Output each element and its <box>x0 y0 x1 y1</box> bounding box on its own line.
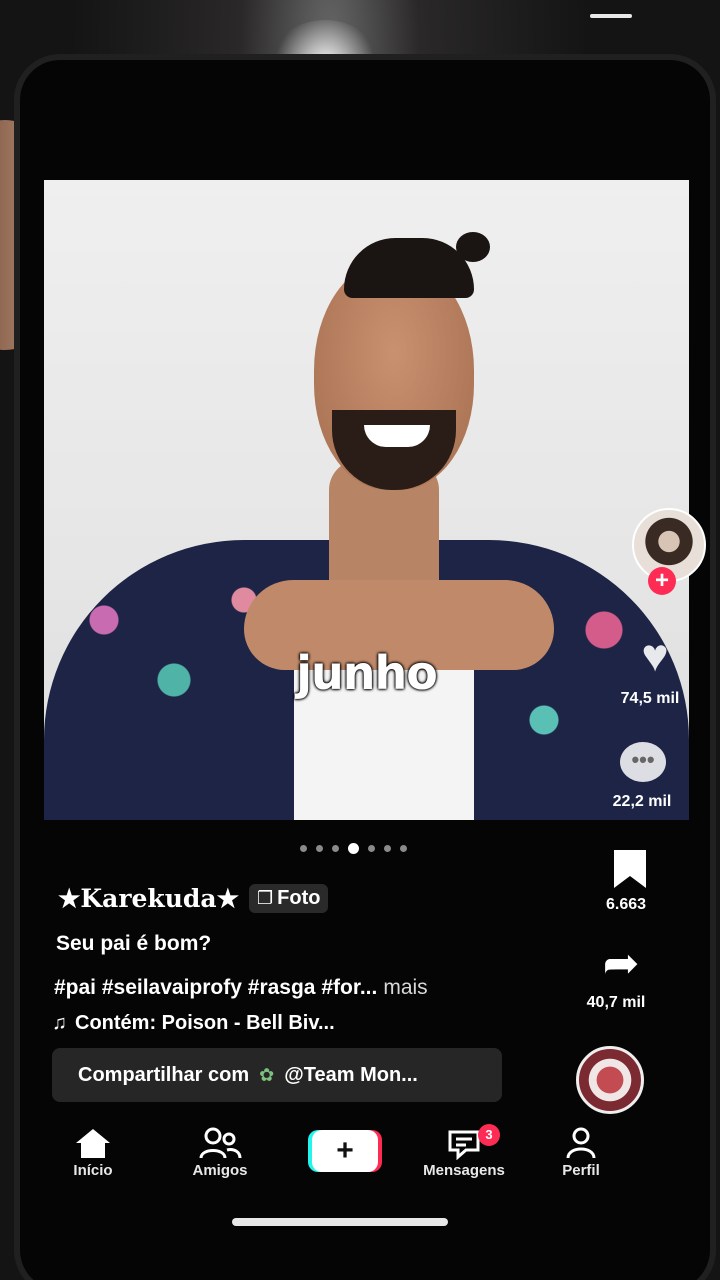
author-row: ★Karekuda★ ❐ Foto <box>58 884 329 913</box>
nav-friends[interactable]: Amigos <box>170 1126 270 1179</box>
profile-icon <box>531 1126 631 1162</box>
carousel-dot <box>384 845 391 852</box>
follow-plus-icon[interactable]: + <box>648 567 676 595</box>
nav-profile[interactable]: Perfil <box>531 1126 631 1179</box>
hashtag-text[interactable]: #pai #seilavaiprofy #rasga #for... <box>54 976 377 999</box>
carousel-dot <box>300 845 307 852</box>
photo-type-label: Foto <box>277 887 321 909</box>
team-emoji-icon: ✿ <box>259 1064 275 1085</box>
photo-of-phone: junho + ♥ 74,5 mil ••• 22,2 mil 6.663 ➦ … <box>0 0 720 1280</box>
share-prompt: Compartilhar com <box>78 1063 250 1086</box>
comment-icon[interactable]: ••• <box>620 742 666 782</box>
messages-badge: 3 <box>478 1124 500 1146</box>
comment-count: 22,2 mil <box>612 793 672 810</box>
home-indicator <box>232 1218 448 1226</box>
nav-home-label: Início <box>73 1162 113 1179</box>
photo-stack-icon: ❐ <box>257 888 274 908</box>
music-row[interactable]: ♫ Contém: Poison - Bell Biv... <box>52 1012 335 1035</box>
carousel-dot <box>316 845 323 852</box>
status-bar-indicator <box>590 14 632 18</box>
save-count: 6.663 <box>605 896 647 913</box>
author-name[interactable]: ★Karekuda★ <box>58 884 239 913</box>
share-with-bar[interactable]: Compartilhar com ✿ @Team Mon... <box>52 1048 502 1102</box>
more-link[interactable]: mais <box>383 976 427 999</box>
share-target: @Team Mon... <box>284 1063 418 1086</box>
share-count: 40,7 mil <box>586 994 646 1011</box>
carousel-dot <box>332 845 339 852</box>
share-arrow-icon[interactable]: ➦ <box>596 942 646 986</box>
carousel-dot <box>368 845 375 852</box>
sound-disc[interactable] <box>576 1046 644 1114</box>
home-icon <box>43 1126 143 1162</box>
photo-hair <box>344 238 474 298</box>
photo-hair-bun <box>456 232 490 262</box>
carousel-dot-active <box>348 843 359 854</box>
music-note-icon: ♫ <box>52 1012 67 1034</box>
post-title: Seu pai é bom? <box>56 932 212 955</box>
bookmark-icon[interactable] <box>612 848 648 890</box>
photo-type-badge: ❐ Foto <box>249 884 329 913</box>
nav-home[interactable]: Início <box>43 1126 143 1179</box>
nav-friends-label: Amigos <box>192 1162 248 1179</box>
carousel-dot <box>400 845 407 852</box>
create-button[interactable]: + <box>312 1130 378 1172</box>
nav-messages-label: Mensagens <box>423 1162 505 1179</box>
friends-icon <box>170 1126 270 1162</box>
heart-icon[interactable]: ♥ <box>630 630 680 680</box>
photo-overlay-text: junho <box>296 646 438 700</box>
like-count: 74,5 mil <box>620 690 680 707</box>
music-title: Contém: Poison - Bell Biv... <box>75 1012 335 1034</box>
post-hashtags: #pai #seilavaiprofy #rasga #for... mais <box>54 976 428 1000</box>
post-photo[interactable]: junho <box>44 180 689 820</box>
carousel-indicator <box>300 843 407 854</box>
nav-profile-label: Perfil <box>562 1162 600 1179</box>
